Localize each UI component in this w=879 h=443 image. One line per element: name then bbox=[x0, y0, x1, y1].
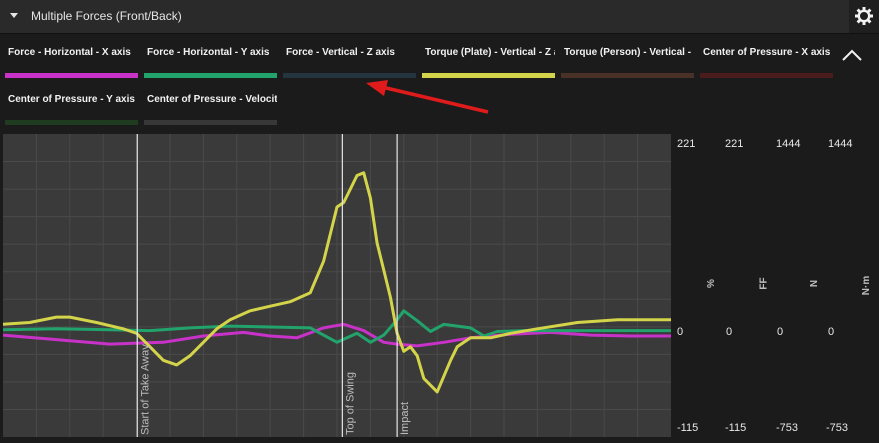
axis-zero-percent: 0 bbox=[677, 326, 684, 338]
event-marker-label-1: Top of Swing bbox=[344, 372, 356, 435]
legend-label: Center of Pressure - Y axis bbox=[8, 94, 135, 105]
legend-label: Torque (Person) - Vertical - Z axis bbox=[564, 47, 694, 58]
axis-zero-n: 0 bbox=[777, 326, 784, 338]
force-chart: Start of Take Away Top of Swing Impact bbox=[2, 134, 671, 437]
axis-unit-n: N bbox=[809, 279, 821, 288]
axis-unit-nm: N·m bbox=[861, 275, 873, 296]
axis-unit-percent: % bbox=[705, 279, 717, 288]
axis-max-nm: 1444 bbox=[828, 138, 853, 150]
legend-item-cop-x[interactable]: Center of Pressure - X axis bbox=[700, 38, 834, 78]
axis-max-ff: 221 bbox=[725, 138, 744, 150]
legend-swatch bbox=[144, 73, 277, 78]
legend-swatch bbox=[5, 120, 138, 125]
legend-label: Center of Pressure - Velocity bbox=[147, 94, 277, 105]
axis-panel: 221 221 1444 1444 % FF N N·m 0 0 0 0 -11… bbox=[671, 134, 879, 437]
event-marker-label-2: Impact bbox=[399, 402, 411, 435]
axis-min-ff: -115 bbox=[725, 422, 747, 434]
axis-min-n: -753 bbox=[776, 422, 799, 434]
collapse-legend-button[interactable] bbox=[836, 44, 868, 66]
axis-max-n: 1444 bbox=[776, 138, 801, 150]
chevron-up-icon bbox=[842, 49, 862, 61]
legend-item-force-z[interactable]: Force - Vertical - Z axis bbox=[283, 38, 417, 78]
legend-swatch bbox=[144, 120, 277, 125]
event-marker-label-0: Start of Take Away bbox=[139, 344, 151, 435]
legend-item-torque-plate[interactable]: Torque (Plate) - Vertical - Z axis bbox=[422, 38, 556, 78]
axis-zero-nm: 0 bbox=[828, 326, 835, 338]
legend-label: Force - Horizontal - Y axis bbox=[147, 47, 270, 58]
series-legend: Force - Horizontal - X axis Force - Hori… bbox=[0, 34, 879, 132]
legend-label: Torque (Plate) - Vertical - Z axis bbox=[425, 47, 555, 58]
settings-button[interactable] bbox=[849, 0, 879, 33]
legend-item-cop-velocity[interactable]: Center of Pressure - Velocity bbox=[144, 85, 278, 125]
legend-swatch bbox=[700, 73, 833, 78]
panel-header: Multiple Forces (Front/Back) bbox=[0, 0, 879, 34]
legend-swatch bbox=[561, 73, 694, 78]
collapse-caret-icon[interactable] bbox=[10, 13, 18, 18]
axis-max-percent: 221 bbox=[677, 138, 696, 150]
panel-title: Multiple Forces (Front/Back) bbox=[31, 9, 182, 23]
axis-zero-ff: 0 bbox=[726, 326, 733, 338]
legend-item-cop-y[interactable]: Center of Pressure - Y axis bbox=[5, 85, 139, 125]
legend-item-force-x[interactable]: Force - Horizontal - X axis bbox=[5, 38, 139, 78]
legend-swatch bbox=[5, 73, 138, 78]
legend-label: Force - Horizontal - X axis bbox=[8, 47, 131, 58]
legend-item-force-y[interactable]: Force - Horizontal - Y axis bbox=[144, 38, 278, 78]
legend-label: Force - Vertical - Z axis bbox=[286, 47, 395, 58]
legend-item-torque-person[interactable]: Torque (Person) - Vertical - Z axis bbox=[561, 38, 695, 78]
chart-plot-area[interactable]: Start of Take Away Top of Swing Impact bbox=[2, 134, 671, 437]
axis-min-percent: -115 bbox=[677, 422, 699, 434]
annotation-arrow-icon bbox=[366, 80, 489, 114]
legend-label: Center of Pressure - X axis bbox=[703, 47, 831, 58]
bottom-border bbox=[0, 437, 879, 443]
axis-unit-ff: FF bbox=[758, 277, 770, 290]
axis-min-nm: -753 bbox=[826, 422, 849, 434]
gear-icon bbox=[855, 7, 873, 25]
